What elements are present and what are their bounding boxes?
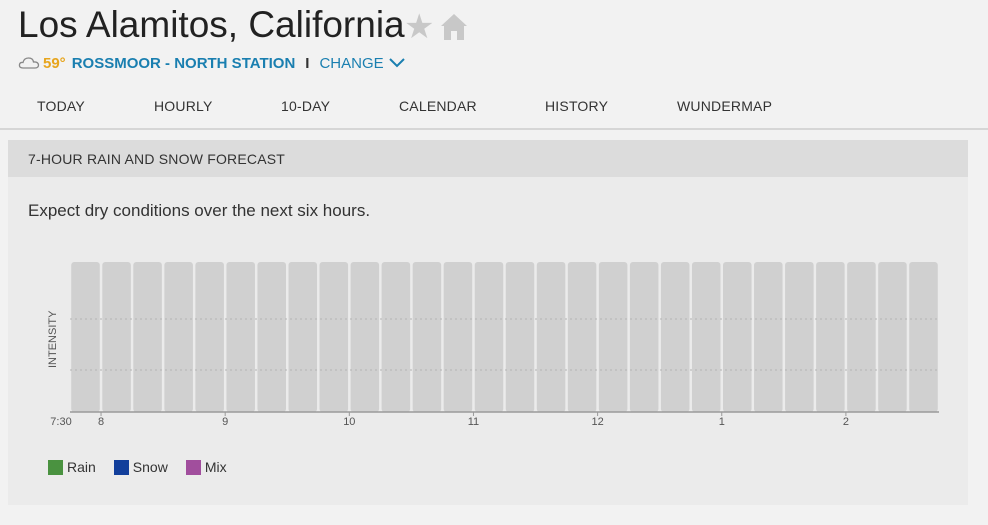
legend-label: Rain <box>67 459 96 475</box>
chart-bar <box>598 262 628 412</box>
tab-today[interactable]: TODAY <box>37 98 85 114</box>
chart-bar <box>226 262 255 412</box>
tab-wundermap[interactable]: WUNDERMAP <box>677 98 772 114</box>
rain-snow-forecast-panel: 7-HOUR RAIN AND SNOW FORECAST Expect dry… <box>8 140 968 505</box>
x-tick-label: 2 <box>843 416 849 428</box>
city-title: Los Alamitos, California <box>18 4 405 45</box>
precip-chart: INTENSITY 7:30 8 9 10 11 12 1 2 <box>47 262 939 428</box>
chart-bar <box>319 262 349 412</box>
separator: I <box>305 54 310 72</box>
chart-bar <box>816 262 845 412</box>
tab-history[interactable]: HISTORY <box>545 98 608 114</box>
chart-bar <box>164 262 193 412</box>
chart-bar <box>474 262 504 412</box>
chart-bar <box>257 262 286 412</box>
main-nav: TODAY HOURLY 10-DAY CALENDAR HISTORY WUN… <box>0 94 988 130</box>
tab-hourly[interactable]: HOURLY <box>154 98 213 114</box>
legend-item-snow: Snow <box>113 459 168 475</box>
legend-label: Snow <box>132 459 168 475</box>
chart-bar <box>847 262 876 412</box>
legend-item-rain: Rain <box>48 459 96 475</box>
legend-item-mix: Mix <box>185 459 227 475</box>
chart-bar <box>443 262 473 412</box>
change-label: CHANGE <box>319 54 384 72</box>
x-tick-label: 9 <box>222 416 228 428</box>
chart-bar <box>660 262 690 412</box>
chart-bar <box>505 262 535 412</box>
chart-bar <box>785 262 814 412</box>
chart-bar <box>350 262 380 412</box>
chevron-down-icon <box>388 58 405 68</box>
chart-bars <box>71 262 938 412</box>
x-tick-label: 8 <box>98 416 104 428</box>
chart-bar <box>909 262 938 412</box>
x-axis-ticks: 7:30 8 9 10 11 12 1 2 <box>50 412 849 428</box>
chart-bar <box>412 262 442 412</box>
station-name-link[interactable]: ROSSMOOR - NORTH STATION <box>72 55 296 72</box>
legend-swatch <box>185 459 201 475</box>
tab-10-day[interactable]: 10-DAY <box>281 98 330 114</box>
current-temperature: 59° <box>43 54 66 72</box>
chart-bar <box>629 262 659 412</box>
y-axis-label: INTENSITY <box>47 310 59 368</box>
chart-bar <box>567 262 597 412</box>
station-row: 59° ROSSMOOR - NORTH STATION I CHANGE <box>18 53 405 73</box>
x-tick-label: 10 <box>343 416 355 428</box>
x-tick-label: 7:30 <box>50 416 71 428</box>
chart-bar <box>288 262 318 412</box>
home-icon[interactable] <box>440 12 468 42</box>
chart-bar <box>536 262 566 412</box>
chart-bar <box>133 262 162 412</box>
title-icons: ★ <box>404 10 468 44</box>
star-icon[interactable]: ★ <box>404 10 434 44</box>
legend-label: Mix <box>204 459 227 475</box>
chart-legend: Rain Snow Mix <box>48 459 227 475</box>
x-tick-label: 12 <box>591 416 603 428</box>
chart-bar <box>723 262 752 412</box>
chart-bar <box>102 262 131 412</box>
chart-bar <box>381 262 411 412</box>
change-station-button[interactable]: CHANGE <box>319 54 405 72</box>
legend-swatch <box>48 459 63 475</box>
legend-swatch <box>113 459 129 475</box>
chart-bar <box>691 262 721 412</box>
chart-bar <box>71 262 100 412</box>
x-tick-label: 11 <box>468 416 479 428</box>
chart-bar <box>878 262 907 412</box>
chart-bar <box>754 262 783 412</box>
chart-bar <box>195 262 224 412</box>
tab-calendar[interactable]: CALENDAR <box>399 98 477 114</box>
cloud-icon <box>18 57 40 69</box>
x-tick-label: 1 <box>719 416 725 428</box>
